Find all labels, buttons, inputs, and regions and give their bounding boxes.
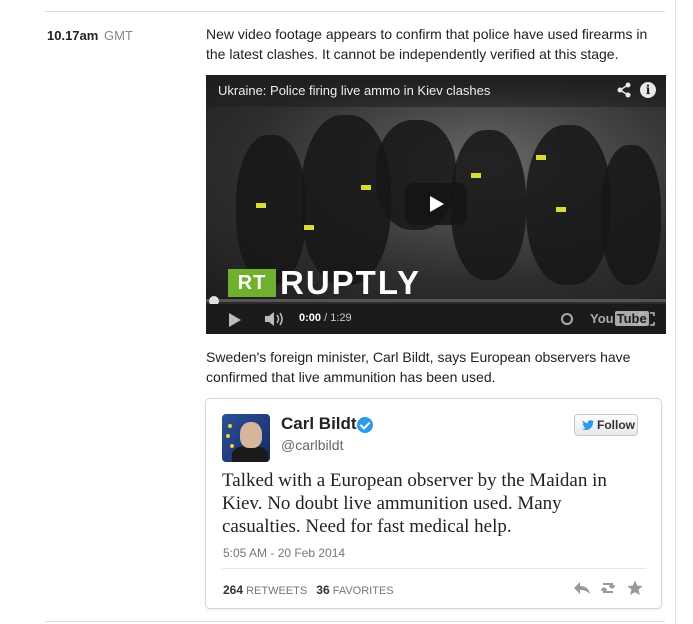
rt-logo: RT (228, 269, 276, 297)
ruptly-logo: RUPTLY (280, 264, 421, 301)
entry-timestamp: 10.17am GMT (47, 28, 133, 43)
play-button[interactable] (405, 183, 467, 225)
scene-shape (301, 115, 391, 285)
follow-button[interactable]: Follow (574, 414, 638, 436)
player-controls: 0:00 / 1:29 You Tube (206, 304, 666, 334)
tweet-date[interactable]: 5:05 AM - 20 Feb 2014 (223, 546, 345, 560)
watch-later-icon[interactable] (561, 313, 573, 325)
favorites-label[interactable]: FAVORITES (333, 585, 394, 597)
vest-stripe (304, 225, 314, 230)
favorite-star-icon[interactable] (626, 580, 644, 596)
retweet-icon[interactable] (599, 580, 617, 596)
retweets-label[interactable]: RETWEETS (246, 585, 307, 597)
avatar-body (232, 446, 268, 462)
top-divider (45, 11, 665, 12)
duration: / 1:29 (324, 312, 352, 324)
youtube-you: You (590, 311, 614, 326)
favorites-count[interactable]: 36 (316, 583, 329, 597)
tweet-author-name[interactable]: Carl Bildt (281, 414, 357, 434)
twitter-bird-icon (582, 420, 594, 430)
volume-icon[interactable] (265, 312, 287, 326)
embedded-tweet: Carl Bildt @carlbildt Follow Talked with… (205, 398, 662, 609)
video-titlebar: Ukraine: Police firing live ammo in Kiev… (206, 75, 666, 107)
scene-shape (601, 145, 661, 285)
vest-stripe (256, 203, 266, 208)
fullscreen-icon[interactable] (639, 312, 655, 326)
paragraph-bildt-intro: Sweden's foreign minister, Carl Bildt, s… (206, 349, 631, 385)
scene-shape (236, 135, 306, 285)
vest-stripe (556, 207, 566, 212)
video-player[interactable]: RT RUPTLY Ukraine: Police firing live am… (206, 75, 666, 334)
timestamp-zone: GMT (103, 28, 133, 43)
follow-label: Follow (597, 418, 635, 432)
play-icon[interactable] (229, 313, 241, 327)
flag-star (226, 434, 230, 438)
vest-stripe (471, 173, 481, 178)
avatar-face (240, 422, 262, 448)
paragraph-video-intro: New video footage appears to confirm tha… (206, 26, 648, 62)
flag-star (228, 424, 232, 428)
tweet-divider (222, 568, 646, 569)
current-time: 0:00 (299, 312, 322, 324)
bottom-divider (45, 621, 665, 622)
reply-icon[interactable] (573, 580, 591, 596)
info-icon[interactable]: i (640, 82, 656, 98)
vest-stripe (536, 155, 546, 160)
vest-stripe (361, 185, 371, 190)
tweet-author-handle[interactable]: @carlbildt (281, 437, 343, 453)
share-icon[interactable] (616, 82, 632, 98)
video-title[interactable]: Ukraine: Police firing live ammo in Kiev… (218, 83, 490, 98)
tweet-stats: 264 RETWEETS 36 FAVORITES (223, 583, 394, 597)
timestamp-time: 10.17am (47, 28, 99, 43)
retweets-count[interactable]: 264 (223, 583, 243, 597)
time-display: 0:00 / 1:29 (299, 312, 352, 324)
play-icon (430, 196, 444, 212)
flag-star (230, 444, 234, 448)
scene-shape (526, 125, 611, 285)
verified-icon (357, 417, 373, 433)
avatar[interactable] (222, 414, 270, 462)
column-border (675, 0, 676, 624)
tweet-text: Talked with a European observer by the M… (222, 470, 607, 537)
progress-bar[interactable] (206, 299, 666, 302)
